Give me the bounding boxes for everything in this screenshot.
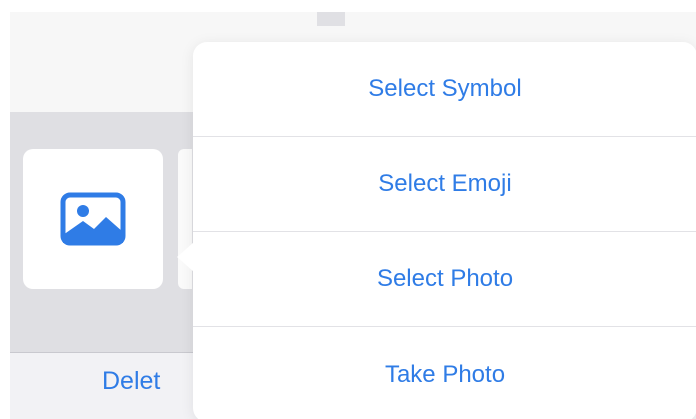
select-photo-item[interactable]: Select Photo	[193, 232, 696, 327]
popover-arrow	[177, 242, 194, 272]
photo-icon	[60, 192, 126, 246]
icon-tile-button[interactable]	[23, 149, 163, 289]
take-photo-item[interactable]: Take Photo	[193, 327, 696, 419]
delete-button[interactable]: Delet	[102, 367, 160, 396]
select-emoji-item[interactable]: Select Emoji	[193, 137, 696, 232]
select-symbol-item[interactable]: Select Symbol	[193, 42, 696, 137]
icon-source-popover: Select Symbol Select Emoji Select Photo …	[193, 42, 696, 419]
editor-frame: Delet ) s s S Select Symbol Select Emoji…	[10, 12, 696, 419]
top-divider	[317, 12, 345, 26]
